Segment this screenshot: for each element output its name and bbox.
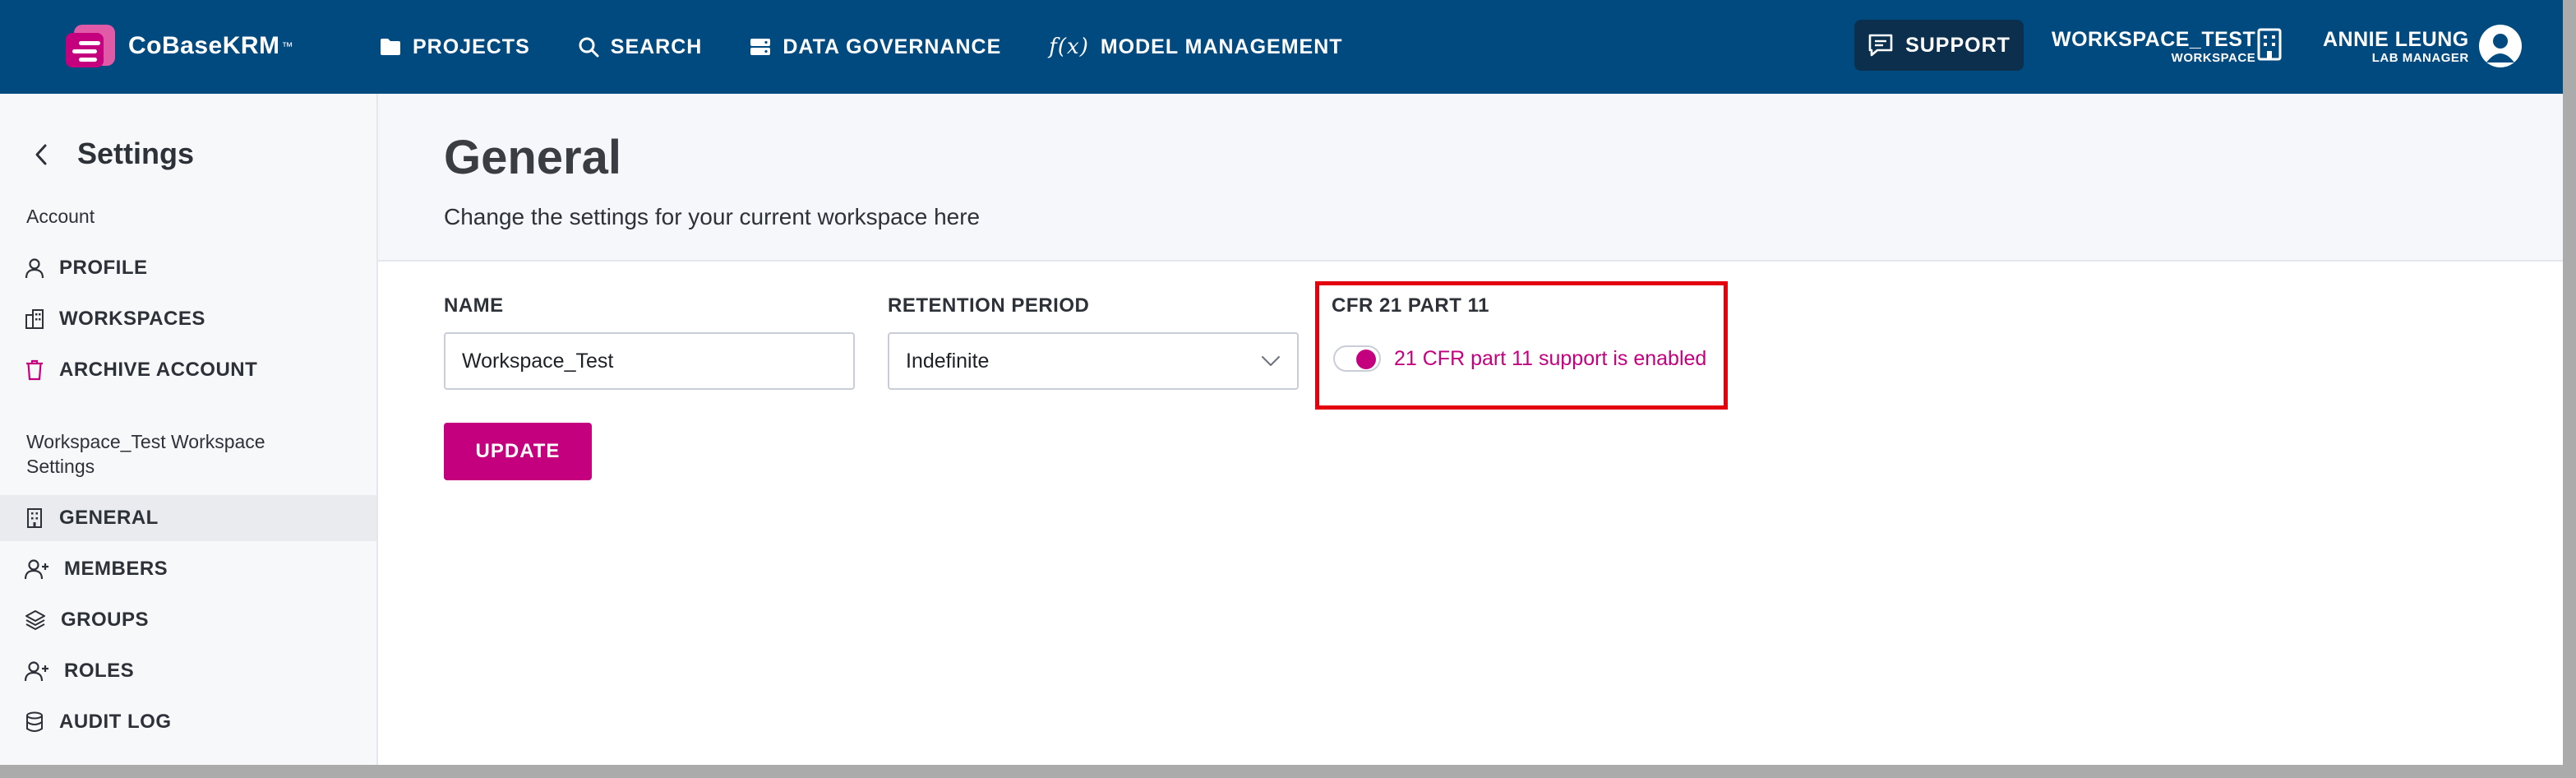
toggle-knob — [1356, 350, 1376, 369]
sidebar-item-members-label: MEMBERS — [64, 558, 169, 580]
settings-sidebar: Settings Account PROFILE WORKSPACES ARCH… — [0, 94, 378, 765]
sidebar-item-audit-log-label: AUDIT LOG — [59, 711, 172, 733]
support-button[interactable]: SUPPORT — [1854, 20, 2024, 71]
buildings-icon — [25, 309, 44, 329]
cfr-toggle-label: 21 CFR part 11 support is enabled — [1394, 347, 1707, 370]
workspace-switcher[interactable]: WORKSPACE_TEST WORKSPACE — [2052, 28, 2255, 66]
sidebar-item-members[interactable]: MEMBERS — [0, 546, 376, 592]
database-icon — [750, 39, 771, 55]
sidebar-item-general[interactable]: GENERAL — [0, 495, 376, 541]
sidebar-item-archive-account-label: ARCHIVE ACCOUNT — [59, 359, 258, 381]
brand-logo[interactable]: CoBaseKRM ™ — [66, 23, 293, 69]
workspace-name-input[interactable] — [444, 332, 855, 390]
sidebar-item-roles[interactable]: ROLES — [0, 648, 376, 694]
user-menu[interactable]: ANNIE LEUNG LAB MANAGER — [2323, 28, 2469, 66]
sidebar-item-audit-log[interactable]: AUDIT LOG — [0, 699, 376, 745]
nav-model-management[interactable]: f(x) MODEL MANAGEMENT — [1049, 35, 1342, 59]
update-button[interactable]: UPDATE — [444, 423, 592, 480]
retention-period-value: Indefinite — [906, 349, 990, 373]
sidebar-item-groups-label: GROUPS — [61, 609, 150, 631]
nav-data-governance[interactable]: DATA GOVERNANCE — [750, 35, 1001, 59]
back-chevron-icon[interactable] — [35, 143, 48, 166]
layers-icon — [25, 610, 45, 630]
name-field-label: NAME — [444, 294, 504, 317]
building-icon[interactable] — [2257, 28, 2282, 61]
chevron-down-icon — [1262, 356, 1280, 366]
building-icon — [27, 508, 42, 528]
main-nav: PROJECTS SEARCH DATA GOVERNANCE f(x) MOD… — [380, 26, 1391, 67]
nav-projects-label: PROJECTS — [413, 35, 530, 58]
brand-trademark: ™ — [281, 39, 293, 53]
app-window: CoBaseKRM ™ PROJECTS SEARCH DATA GOVERNAN… — [0, 0, 2563, 765]
page-header: General Change the settings for your cur… — [378, 94, 2563, 262]
user-role: LAB MANAGER — [2371, 51, 2469, 65]
folder-icon — [381, 39, 400, 55]
retention-field-label: RETENTION PERIOD — [888, 294, 1090, 317]
brand-name: CoBaseKRM — [128, 32, 280, 59]
nav-projects[interactable]: PROJECTS — [380, 35, 530, 59]
sidebar-item-archive-account[interactable]: ARCHIVE ACCOUNT — [0, 347, 376, 393]
sidebar-account-heading: Account — [26, 206, 95, 227]
nav-search-label: SEARCH — [610, 35, 703, 58]
cfr-field-label: CFR 21 PART 11 — [1332, 294, 1489, 317]
page-title: General — [444, 131, 621, 184]
cfr-part-11-toggle[interactable] — [1333, 345, 1381, 372]
nav-model-management-label: MODEL MANAGEMENT — [1100, 35, 1343, 58]
user-name: ANNIE LEUNG — [2323, 28, 2469, 51]
chat-icon — [1868, 34, 1893, 57]
user-icon — [25, 258, 44, 279]
sidebar-item-profile-label: PROFILE — [59, 257, 148, 279]
user-plus-icon — [25, 661, 48, 682]
workspace-name: WORKSPACE_TEST — [2052, 28, 2256, 51]
top-navigation-bar: CoBaseKRM ™ PROJECTS SEARCH DATA GOVERNAN… — [0, 0, 2563, 94]
sidebar-item-groups[interactable]: GROUPS — [0, 597, 376, 643]
nav-search[interactable]: SEARCH — [578, 35, 703, 59]
retention-period-select[interactable]: Indefinite — [888, 332, 1299, 390]
sidebar-item-profile[interactable]: PROFILE — [0, 245, 376, 291]
user-plus-icon — [25, 559, 48, 580]
avatar[interactable] — [2479, 25, 2522, 67]
sidebar-item-general-label: GENERAL — [59, 507, 159, 529]
user-avatar-icon — [2486, 34, 2514, 63]
trash-icon — [26, 359, 43, 381]
database-icon — [26, 711, 43, 732]
sidebar-item-workspaces-label: WORKSPACES — [59, 308, 205, 330]
brand-logo-icon — [66, 25, 118, 67]
search-icon — [579, 37, 599, 58]
page-subtitle: Change the settings for your current wor… — [444, 204, 981, 229]
sidebar-item-roles-label: ROLES — [64, 660, 135, 682]
sidebar-item-workspaces[interactable]: WORKSPACES — [0, 296, 376, 342]
workspace-sub: WORKSPACE — [2171, 51, 2256, 65]
sidebar-workspace-heading: Workspace_Test Workspace Settings — [26, 431, 265, 477]
function-icon: f(x) — [1049, 35, 1089, 59]
sidebar-title: Settings — [77, 137, 195, 170]
nav-data-governance-label: DATA GOVERNANCE — [782, 35, 1002, 58]
support-label: SUPPORT — [1905, 33, 2010, 57]
